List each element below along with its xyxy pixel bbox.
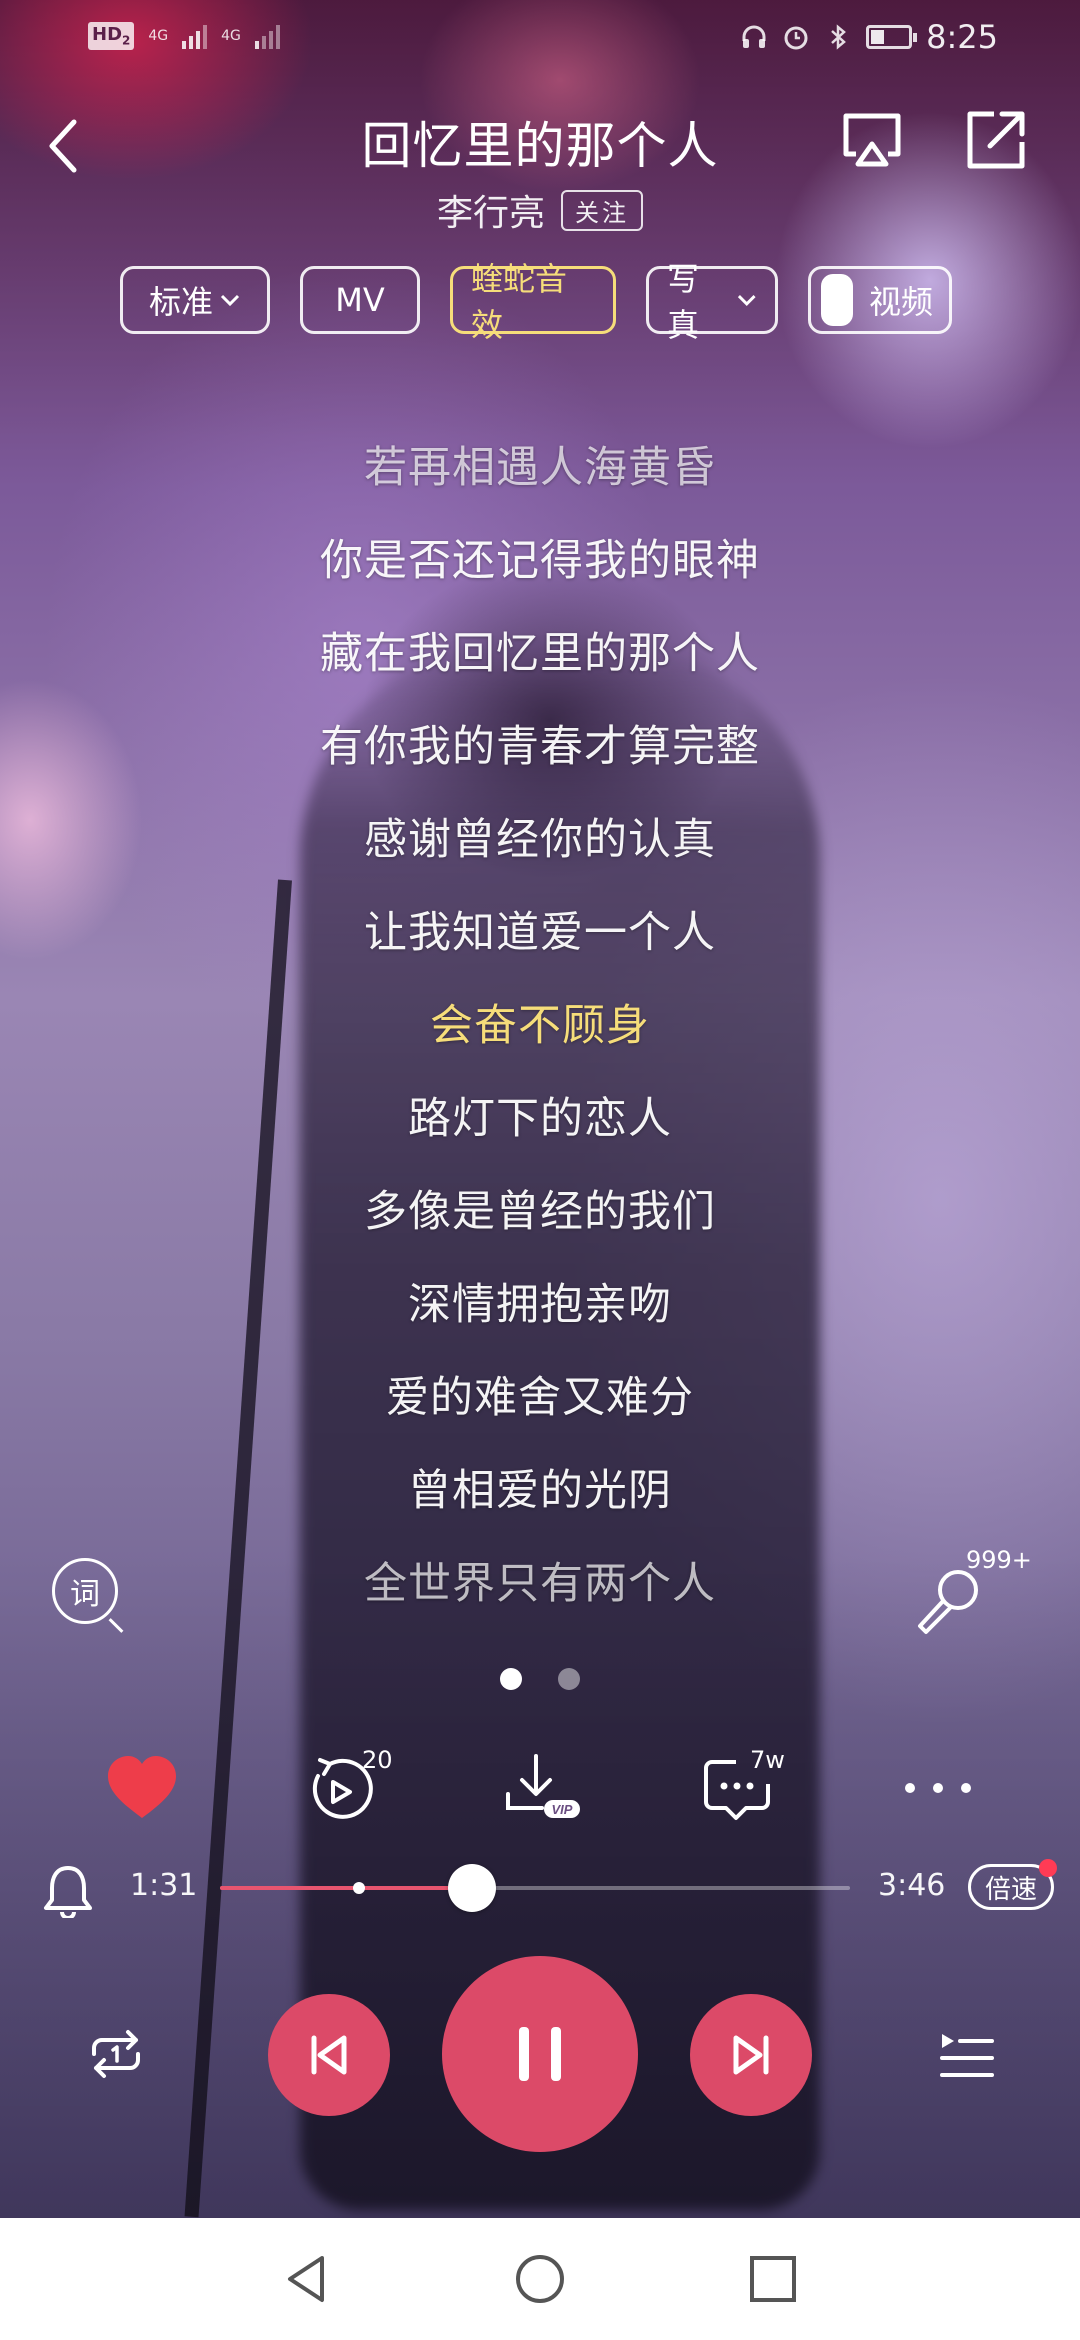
status-left: HD2 4G 4G [88,22,280,50]
video-toggle-pill[interactable]: 视频 [808,266,952,334]
status-bar: HD2 4G 4G 8:25 [0,0,1080,80]
bluetooth-icon [831,24,847,50]
signal-icon [182,23,208,49]
nav-back-button[interactable] [278,2250,336,2308]
repeat-one-button[interactable] [84,2024,148,2084]
progress-thumb[interactable] [448,1864,496,1912]
pill-label: 蝰蛇音效 [471,260,568,344]
total-time: 3:46 [878,1868,946,1903]
page-dot-active[interactable] [500,1668,522,1690]
sleep-timer-button[interactable] [42,1862,94,1918]
system-nav-bar [0,2218,1080,2340]
toggle-knob [821,274,853,326]
playlist-button[interactable] [936,2028,996,2084]
more-icon [905,1783,971,1793]
chevron-down-icon [220,294,240,307]
previous-button[interactable] [268,1994,390,2116]
lyric-line: 曾相爱的光阴 [408,1466,672,1516]
heart-icon [108,1756,176,1818]
microphone-icon [918,1570,978,1634]
playlist-icon [940,2034,994,2077]
pill-label: MV [335,281,385,319]
status-right: 8:25 [740,18,998,56]
lyric-line: 感谢曾经你的认真 [364,815,716,865]
comment-count-badge: 7w [750,1746,785,1774]
pill-label: 标准 [148,283,213,321]
like-button[interactable] [102,1748,182,1828]
more-button[interactable] [898,1748,978,1828]
pause-icon [519,2027,561,2081]
buffer-marker [352,1882,365,1894]
download-button[interactable]: VIP [502,1748,582,1828]
progress-slider[interactable] [220,1864,850,1912]
headset-icon [742,25,766,48]
clock: 8:25 [926,18,998,56]
playback-speed-button[interactable]: 倍速 [968,1859,1057,1910]
lyric-line: 让我知道爱一个人 [364,908,716,958]
vip-badge: VIP [552,1802,573,1817]
artist-row: 李行亮 关注 [0,184,1080,236]
back-button[interactable] [36,110,92,182]
skip-previous-icon [311,2035,347,2075]
follow-button[interactable]: 关注 [561,189,643,231]
hd-badge: HD2 [88,22,135,50]
lyric-line: 深情拥抱亲吻 [408,1280,672,1330]
photo-pill[interactable]: 写真 [646,260,778,344]
square-recents-icon [750,2256,796,2302]
current-lyric-line: 会奋不顾身 [430,1001,650,1051]
network-type-1: 4G [148,27,169,44]
circle-home-icon [516,2255,564,2303]
pause-button[interactable] [442,1956,638,2152]
artist-name[interactable]: 李行亮 [437,184,545,236]
chevron-left-icon [49,119,77,173]
progress-played [220,1886,472,1890]
skip-next-icon [733,2035,769,2075]
triangle-back-icon [288,2256,324,2302]
speed-label: 倍速 [984,1874,1037,1905]
lyric-line: 路灯下的恋人 [408,1094,672,1144]
alarm-icon [784,26,808,50]
repeat-one-icon [92,2030,140,2078]
karaoke-count-badge: 999+ [966,1546,1032,1574]
lyric-line: 多像是曾经的我们 [364,1187,716,1237]
battery-icon [866,25,918,49]
notification-dot [1039,1859,1057,1877]
song-title: 回忆里的那个人 [361,117,719,175]
lyrics-icon-label: 词 [70,1577,100,1612]
pill-label: 视频 [869,283,934,321]
signal-icon [254,23,280,49]
mode-pills: 标准 MV 蝰蛇音效 写真 视频 [120,260,952,344]
page-indicator [0,1668,1080,1690]
mv-pill[interactable]: MV [300,266,420,334]
pill-label: 写真 [667,260,700,344]
network-type-2: 4G [221,27,241,44]
lyrics-panel[interactable]: 若再相遇人海黄昏 你是否还记得我的眼神 藏在我回忆里的那个人 有你我的青春才算完… [0,422,1080,1631]
lyric-line: 有你我的青春才算完整 [320,722,760,772]
lyrics-search-button[interactable]: 词 [52,1558,118,1624]
current-time: 1:31 [130,1868,198,1903]
page-dot[interactable] [558,1668,580,1690]
cast-button[interactable] [836,104,908,176]
chevron-down-icon [737,295,756,306]
nav-recents-button[interactable] [744,2250,802,2308]
replay-count-badge: 20 [362,1746,393,1774]
next-button[interactable] [690,1994,812,2116]
lyric-line: 若再相遇人海黄昏 [364,443,716,493]
share-button[interactable] [960,104,1032,176]
bell-icon [44,1866,92,1918]
lyric-line: 你是否还记得我的眼神 [320,536,760,586]
sound-effect-pill[interactable]: 蝰蛇音效 [450,260,616,344]
nav-home-button[interactable] [511,2250,569,2308]
quality-pill[interactable]: 标准 [120,266,270,334]
lyric-line: 藏在我回忆里的那个人 [320,629,760,679]
lyric-line: 爱的难舍又难分 [386,1373,694,1423]
